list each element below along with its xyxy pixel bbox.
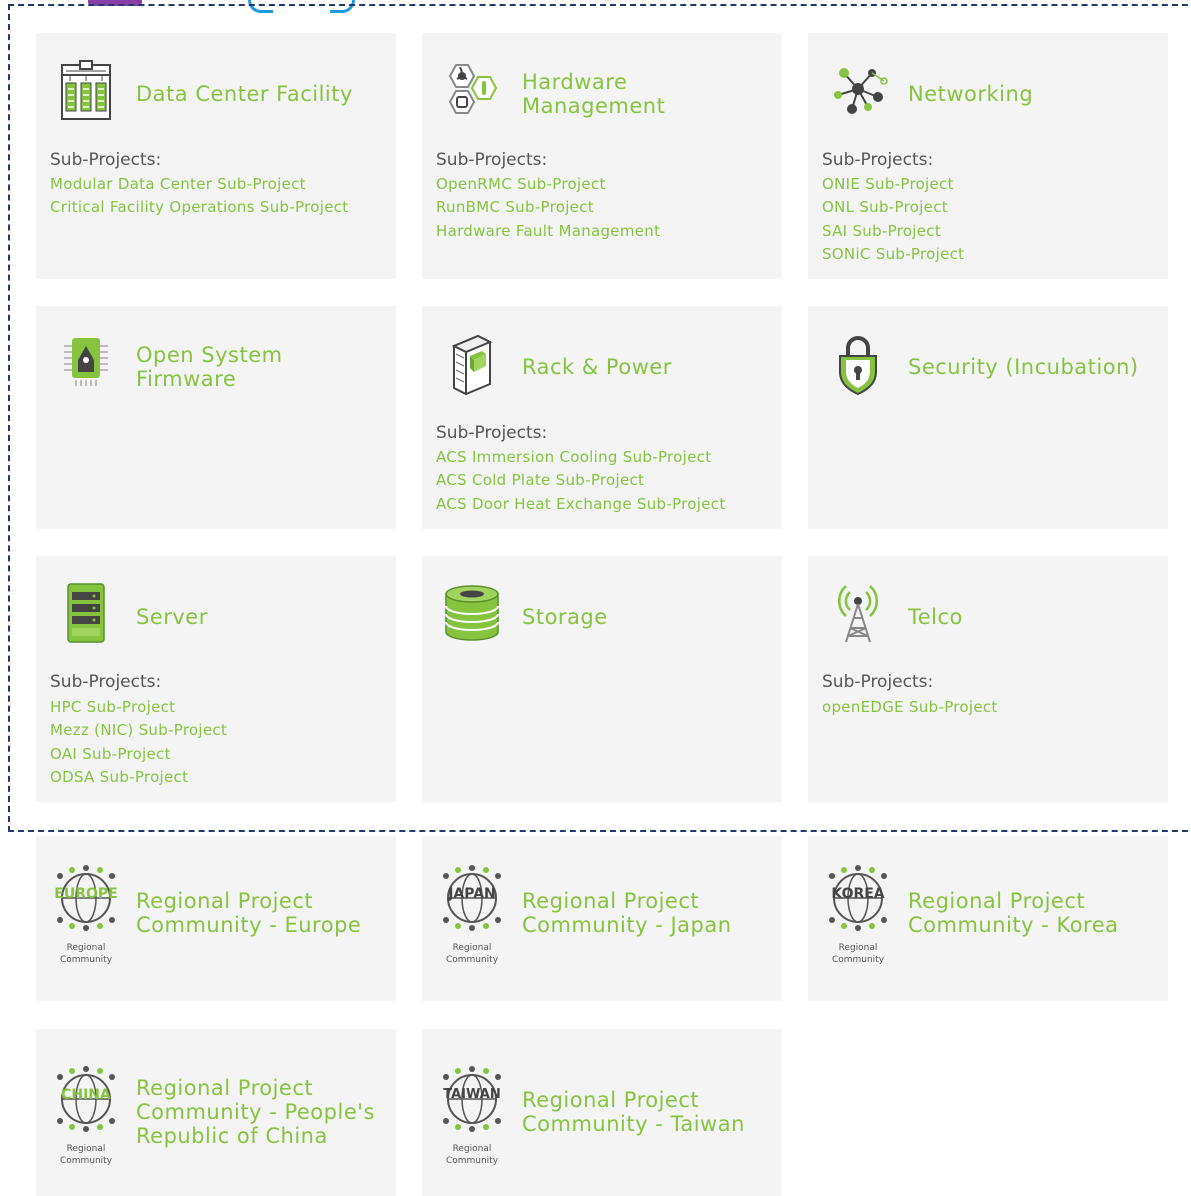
- sub-projects-label: Sub-Projects:: [436, 150, 548, 170]
- sub-project-link[interactable]: ACS Immersion Cooling Sub-Project: [436, 446, 726, 469]
- sub-project-link[interactable]: ONIE Sub-Project: [822, 173, 964, 196]
- badge-country-label: CHINA: [61, 1087, 111, 1103]
- sub-project-link[interactable]: Modular Data Center Sub-Project: [50, 173, 348, 196]
- sub-project-link[interactable]: ACS Cold Plate Sub-Project: [436, 469, 726, 492]
- storage-icon: [445, 585, 499, 641]
- project-card-telco[interactable]: Telco Sub-Projects: openEDGE Sub-Project: [808, 556, 1168, 802]
- card-title[interactable]: Open System Firmware: [136, 343, 296, 391]
- card-title-line: Regional Project Community - People's Re…: [136, 1076, 375, 1148]
- sub-projects-label: Sub-Projects:: [50, 672, 162, 692]
- sub-project-link[interactable]: openEDGE Sub-Project: [822, 696, 998, 719]
- regional-card-europe[interactable]: EUROPE Regional Community Regional Proje…: [36, 836, 396, 1001]
- badge-caption: Regional Community: [59, 943, 113, 965]
- project-card-rack-power[interactable]: Rack & Power Sub-Projects: ACS Immersion…: [422, 306, 782, 529]
- card-title[interactable]: Regional Project Community - Europe: [136, 889, 366, 937]
- badge-country-label: KOREA: [831, 886, 885, 902]
- regional-card-china[interactable]: CHINA Regional Community Regional Projec…: [36, 1029, 396, 1196]
- card-title[interactable]: Networking: [908, 82, 1033, 106]
- security-lock-icon: [839, 336, 877, 396]
- card-title[interactable]: Telco: [908, 605, 963, 629]
- regional-community-badge: EUROPE Regional Community: [46, 854, 126, 966]
- badge-country-label: JAPAN: [448, 886, 496, 902]
- card-title[interactable]: Rack & Power: [522, 355, 672, 379]
- sub-project-link[interactable]: SONiC Sub-Project: [822, 243, 964, 266]
- card-title[interactable]: Regional Project Community - People's Re…: [136, 1076, 376, 1148]
- card-title-line: Regional Project Community - Europe: [136, 889, 362, 937]
- badge-country-label: EUROPE: [54, 886, 118, 902]
- badge-caption: Regional Community: [445, 943, 499, 965]
- rack-icon: [451, 334, 493, 396]
- sub-project-link[interactable]: ACS Door Heat Exchange Sub-Project: [436, 493, 726, 516]
- sub-project-link[interactable]: RunBMC Sub-Project: [436, 196, 660, 219]
- card-title[interactable]: Regional Project Community - Japan: [522, 889, 752, 937]
- card-title[interactable]: Regional Project Community - Taiwan: [522, 1088, 752, 1136]
- sub-project-link[interactable]: Mezz (NIC) Sub-Project: [50, 719, 227, 742]
- regional-card-japan[interactable]: JAPAN Regional Community Regional Projec…: [422, 836, 782, 1001]
- card-title[interactable]: Regional Project Community - Korea: [908, 889, 1138, 937]
- regional-card-taiwan[interactable]: TAIWAN Regional Community Regional Proje…: [422, 1029, 782, 1196]
- sub-project-link[interactable]: OAI Sub-Project: [50, 743, 227, 766]
- sub-project-link[interactable]: OpenRMC Sub-Project: [436, 173, 660, 196]
- data-center-icon: [61, 60, 111, 120]
- sub-project-link[interactable]: SAI Sub-Project: [822, 220, 964, 243]
- card-title-line: Regional Project Community - Japan: [522, 889, 732, 937]
- firmware-chip-icon: [64, 338, 108, 386]
- sub-projects-label: Sub-Projects:: [822, 672, 934, 692]
- project-card-networking[interactable]: Networking Sub-Projects: ONIE Sub-Projec…: [808, 33, 1168, 279]
- card-title[interactable]: Storage: [522, 605, 608, 629]
- badge-country-label: TAIWAN: [443, 1087, 501, 1102]
- card-title[interactable]: Hardware Management: [522, 70, 682, 118]
- sub-projects-label: Sub-Projects:: [822, 150, 934, 170]
- regional-community-badge: CHINA Regional Community: [46, 1055, 126, 1167]
- regional-community-badge: JAPAN Regional Community: [432, 854, 512, 966]
- sub-project-link[interactable]: ONL Sub-Project: [822, 196, 964, 219]
- sub-project-link[interactable]: Hardware Fault Management: [436, 220, 660, 243]
- card-title[interactable]: Security (Incubation): [908, 355, 1139, 379]
- regional-community-badge: KOREA Regional Community: [818, 854, 898, 966]
- project-card-hardware-management[interactable]: Hardware Management Sub-Projects: OpenRM…: [422, 33, 782, 279]
- server-icon: [67, 583, 105, 643]
- card-title-line: Open System Firmware: [136, 343, 283, 391]
- card-title[interactable]: Server: [136, 605, 208, 629]
- card-title-line: Regional Project Community - Taiwan: [522, 1088, 745, 1136]
- card-title[interactable]: Data Center Facility: [136, 82, 353, 106]
- card-title-line: Regional Project Community - Korea: [908, 889, 1119, 937]
- badge-caption: Regional Community: [831, 943, 885, 965]
- project-card-security-incubation[interactable]: Security (Incubation): [808, 306, 1168, 529]
- sub-project-link[interactable]: HPC Sub-Project: [50, 696, 227, 719]
- project-card-open-system-firmware[interactable]: Open System Firmware: [36, 306, 396, 529]
- regional-card-korea[interactable]: KOREA Regional Community Regional Projec…: [808, 836, 1168, 1001]
- badge-caption: Regional Community: [445, 1144, 499, 1166]
- networking-icon: [834, 68, 888, 114]
- project-card-storage[interactable]: Storage: [422, 556, 782, 802]
- regional-community-badge: TAIWAN Regional Community: [432, 1055, 512, 1167]
- project-card-server[interactable]: Server Sub-Projects: HPC Sub-Project Mez…: [36, 556, 396, 802]
- sub-project-link[interactable]: ODSA Sub-Project: [50, 766, 227, 789]
- card-title-line: Hardware Management: [522, 70, 666, 118]
- telco-tower-icon: [837, 585, 879, 643]
- hardware-management-icon: [448, 64, 498, 114]
- badge-caption: Regional Community: [59, 1144, 113, 1166]
- sub-projects-label: Sub-Projects:: [436, 423, 548, 443]
- sub-projects-label: Sub-Projects:: [50, 150, 162, 170]
- project-card-data-center-facility[interactable]: Data Center Facility Sub-Projects: Modul…: [36, 33, 396, 279]
- sub-project-link[interactable]: Critical Facility Operations Sub-Project: [50, 196, 348, 219]
